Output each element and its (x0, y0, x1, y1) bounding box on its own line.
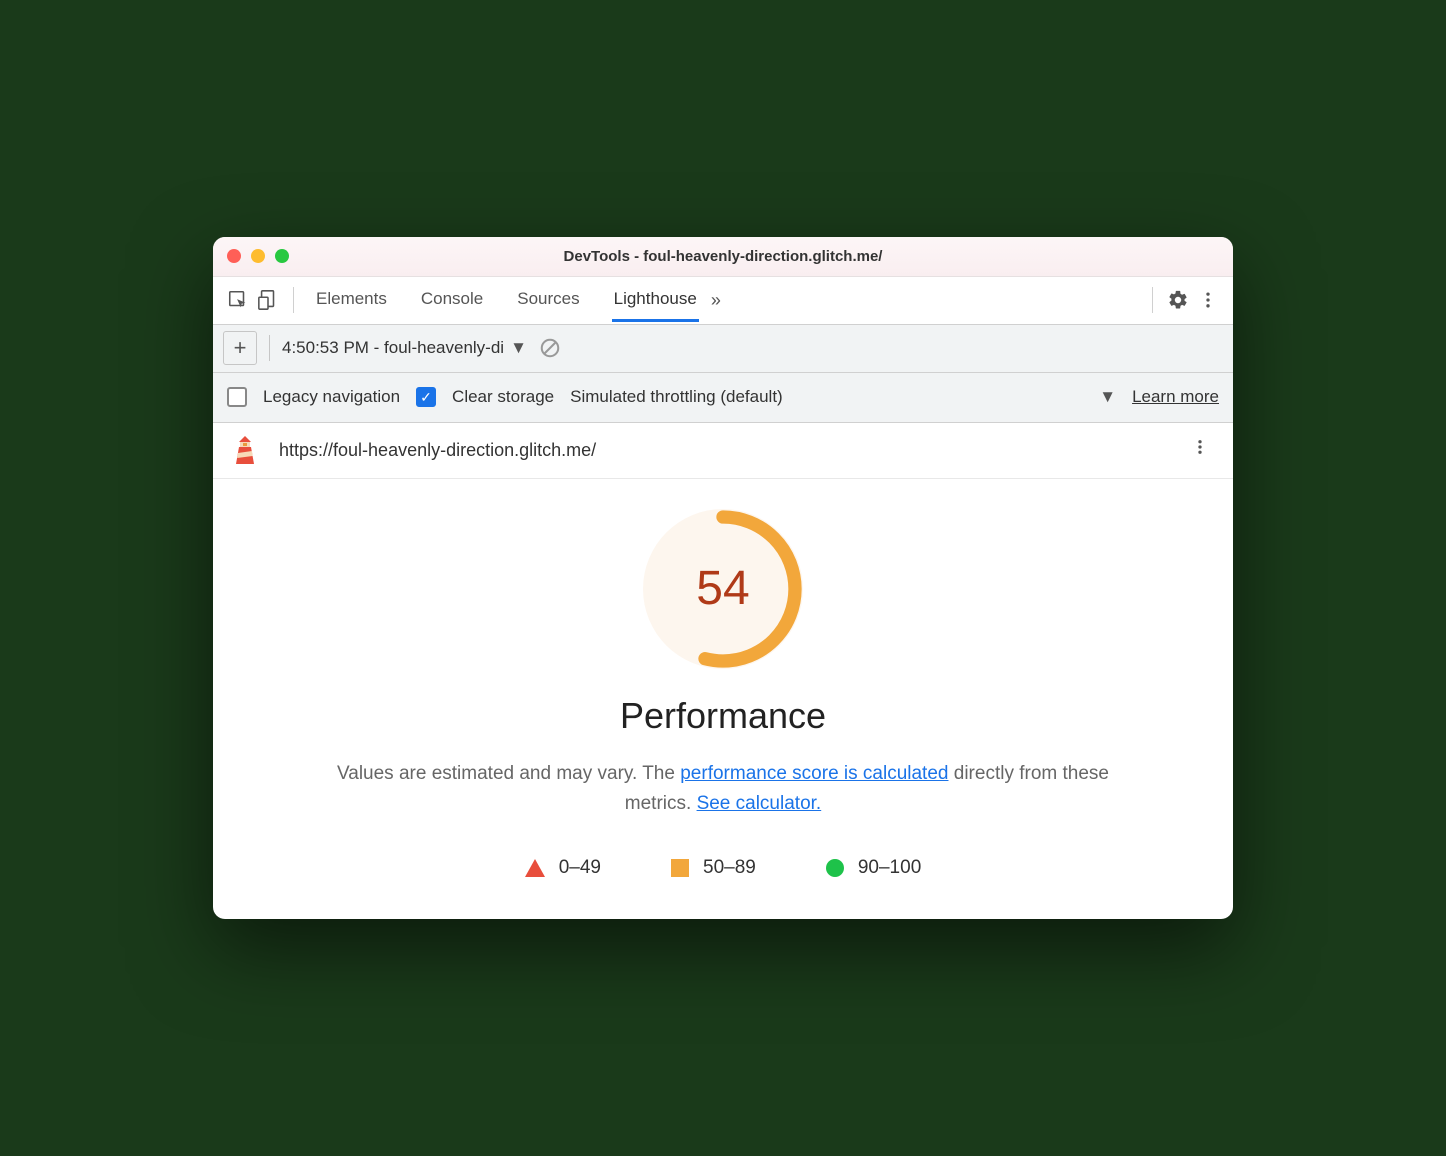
legend-fail-label: 0–49 (559, 857, 601, 879)
window-title: DevTools - foul-heavenly-direction.glitc… (213, 248, 1233, 265)
minimize-window-button[interactable] (251, 249, 265, 263)
new-report-button[interactable]: + (223, 331, 257, 365)
legend-average-label: 50–89 (703, 857, 756, 879)
tab-elements[interactable]: Elements (314, 279, 389, 322)
legend-average: 50–89 (671, 857, 756, 879)
throttling-label: Simulated throttling (default) (570, 387, 783, 407)
legend-fail: 0–49 (525, 857, 601, 879)
settings-icon[interactable] (1163, 285, 1193, 315)
tab-console[interactable]: Console (419, 279, 485, 322)
clear-storage-label: Clear storage (452, 387, 554, 407)
device-toolbar-icon[interactable] (253, 285, 283, 315)
chevron-down-icon: ▼ (510, 338, 527, 358)
report-dropdown-label: 4:50:53 PM - foul-heavenly-di (282, 338, 504, 358)
performance-section: 54 Performance Values are estimated and … (243, 509, 1203, 880)
legend-pass: 90–100 (826, 857, 921, 879)
more-tabs-button[interactable]: » (699, 290, 733, 311)
close-window-button[interactable] (227, 249, 241, 263)
titlebar: DevTools - foul-heavenly-direction.glitc… (213, 237, 1233, 277)
see-calculator-link[interactable]: See calculator. (697, 793, 822, 814)
main-tabbar: Elements Console Sources Lighthouse » (213, 277, 1233, 325)
tab-sources[interactable]: Sources (515, 279, 581, 322)
report-url: https://foul-heavenly-direction.glitch.m… (279, 440, 1183, 461)
report-menu-button[interactable] (1183, 432, 1217, 468)
zoom-window-button[interactable] (275, 249, 289, 263)
score-legend: 0–49 50–89 90–100 (525, 857, 922, 879)
learn-more-link[interactable]: Learn more (1132, 387, 1219, 407)
performance-description: Values are estimated and may vary. The p… (303, 759, 1143, 820)
panel-tabs: Elements Console Sources Lighthouse (314, 279, 699, 322)
check-icon: ✓ (420, 390, 432, 404)
report-content: 54 Performance Values are estimated and … (213, 479, 1233, 920)
report-dropdown[interactable]: 4:50:53 PM - foul-heavenly-di ▼ (282, 338, 527, 358)
square-icon (671, 859, 689, 877)
lighthouse-options: Legacy navigation ✓ Clear storage Simula… (213, 373, 1233, 423)
report-toolbar: + 4:50:53 PM - foul-heavenly-di ▼ (213, 325, 1233, 373)
performance-title: Performance (620, 695, 826, 737)
legacy-navigation-label: Legacy navigation (263, 387, 400, 407)
tab-lighthouse[interactable]: Lighthouse (612, 279, 699, 322)
devtools-window: DevTools - foul-heavenly-direction.glitc… (213, 237, 1233, 920)
score-calculation-link[interactable]: performance score is calculated (680, 763, 948, 784)
chevron-down-icon: ▼ (1099, 387, 1116, 407)
legend-pass-label: 90–100 (858, 857, 921, 879)
throttling-dropdown[interactable]: Simulated throttling (default) (570, 387, 783, 407)
lighthouse-icon (229, 434, 261, 466)
separator (293, 287, 294, 313)
more-options-icon[interactable] (1193, 285, 1223, 315)
traffic-lights (227, 249, 289, 263)
report-url-bar: https://foul-heavenly-direction.glitch.m… (213, 423, 1233, 479)
desc-text: Values are estimated and may vary. The (337, 763, 680, 784)
performance-score: 54 (643, 509, 803, 669)
inspect-element-icon[interactable] (223, 285, 253, 315)
separator (269, 335, 270, 361)
performance-gauge: 54 (643, 509, 803, 669)
clear-report-button[interactable] (539, 337, 561, 359)
separator (1152, 287, 1153, 313)
triangle-icon (525, 859, 545, 877)
clear-storage-checkbox[interactable]: ✓ (416, 387, 436, 407)
circle-icon (826, 859, 844, 877)
legacy-navigation-checkbox[interactable] (227, 387, 247, 407)
